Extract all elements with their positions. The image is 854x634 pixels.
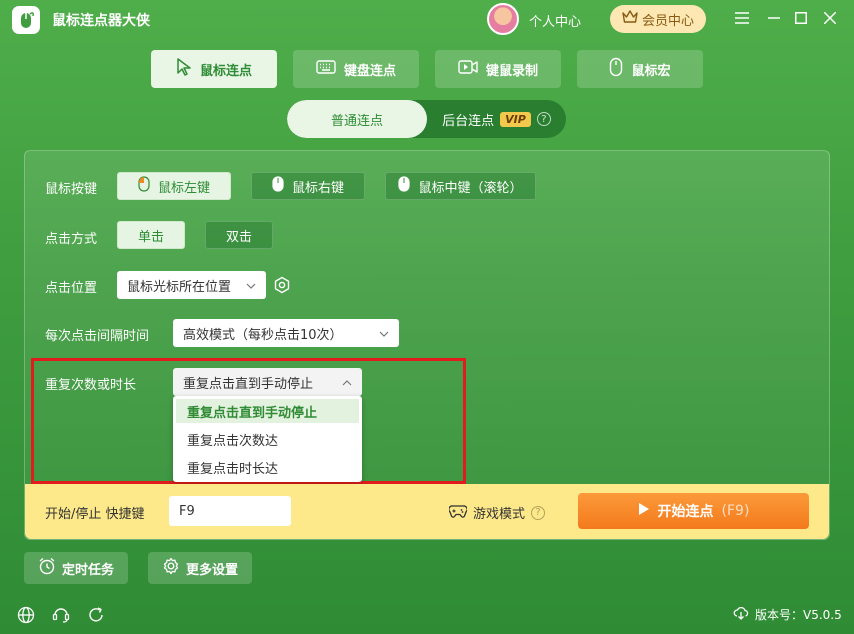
background-click-option[interactable]: 后台连点 VIP ?	[427, 100, 566, 138]
more-settings-label: 更多设置	[185, 562, 238, 578]
chevron-down-icon	[379, 327, 389, 340]
version-info[interactable]: 版本号：V5.0.5	[733, 606, 842, 623]
interval-label: 每次点击间隔时间	[45, 329, 150, 344]
hotkey-label: 开始/停止 快捷键	[45, 507, 145, 522]
hotkey-input[interactable]: F9	[169, 496, 291, 526]
start-button-label: 开始连点	[657, 504, 714, 520]
customer-service-icon[interactable]	[52, 606, 70, 624]
position-settings-icon[interactable]	[273, 276, 291, 294]
timer-task-label: 定时任务	[61, 562, 114, 578]
member-center-label: 会员中心	[641, 13, 694, 29]
right-button-label: 鼠标右键	[291, 180, 344, 196]
right-button-option[interactable]: 鼠标右键	[251, 172, 365, 200]
repeat-option-duration[interactable]: 重复点击时长达	[176, 455, 359, 479]
personal-center-link[interactable]: 个人中心	[529, 11, 581, 30]
video-record-icon	[458, 59, 478, 79]
crown-icon	[622, 10, 638, 28]
cursor-arrow-icon	[176, 58, 192, 80]
cloud-download-icon	[733, 606, 749, 623]
globe-icon[interactable]	[17, 606, 35, 624]
click-position-label: 点击位置	[45, 281, 98, 296]
maximize-icon[interactable]	[791, 8, 811, 28]
left-button-option[interactable]: 鼠标左键	[117, 172, 231, 200]
click-position-select[interactable]: 鼠标光标所在位置	[117, 271, 266, 299]
tab-mouse-macro-label: 鼠标宏	[631, 63, 671, 79]
repeat-option-count[interactable]: 重复点击次数达	[176, 427, 359, 451]
left-button-label: 鼠标左键	[157, 180, 210, 196]
tab-mouse-click[interactable]: 鼠标连点	[151, 50, 277, 88]
single-click-option[interactable]: 单击	[117, 221, 185, 249]
game-mode-toggle[interactable]: 游戏模式 ?	[448, 503, 546, 522]
minimize-icon[interactable]	[764, 8, 784, 28]
click-type-toggle: 普通连点 后台连点 VIP ?	[287, 100, 566, 138]
repeat-option-until-stop[interactable]: 重复点击直到手动停止	[176, 399, 359, 423]
tab-mouse-click-label: 鼠标连点	[199, 63, 252, 79]
background-click-label: 后台连点	[442, 113, 495, 129]
mouse-left-icon	[138, 176, 150, 196]
alarm-clock-icon	[38, 557, 56, 579]
mouse-right-icon	[272, 176, 284, 196]
version-label: 版本号：V5.0.5	[755, 608, 842, 622]
more-settings-button[interactable]: 更多设置	[148, 552, 252, 584]
timer-task-button[interactable]: 定时任务	[24, 552, 128, 584]
chevron-up-icon	[342, 376, 352, 389]
repeat-value: 重复点击直到手动停止	[183, 376, 314, 392]
tab-keyboard-click[interactable]: 键盘连点	[293, 50, 419, 88]
double-click-option[interactable]: 双击	[205, 221, 273, 249]
tab-keyboard-click-label: 键盘连点	[343, 63, 396, 79]
start-click-button[interactable]: 开始连点 (F9)	[578, 493, 809, 529]
menu-icon[interactable]	[732, 8, 752, 28]
help-icon[interactable]: ?	[531, 505, 546, 520]
middle-button-label: 鼠标中键（滚轮）	[418, 180, 523, 196]
vip-badge: VIP	[500, 111, 531, 127]
repeat-select[interactable]: 重复点击直到手动停止	[173, 368, 362, 396]
mouse-icon	[609, 57, 623, 81]
start-button-shortcut: (F9)	[721, 503, 750, 519]
member-center-button[interactable]: 会员中心	[610, 5, 706, 33]
mouse-button-label: 鼠标按键	[45, 182, 98, 197]
close-icon[interactable]	[820, 8, 840, 28]
play-icon	[638, 502, 650, 520]
tab-record[interactable]: 键鼠录制	[435, 50, 561, 88]
mouse-middle-icon	[398, 176, 411, 196]
click-mode-label: 点击方式	[45, 232, 98, 247]
app-title: 鼠标连点器大侠	[52, 13, 150, 29]
game-mode-label: 游戏模式	[473, 507, 526, 522]
gear-icon	[162, 557, 180, 579]
help-icon[interactable]: ?	[536, 112, 551, 126]
app-logo	[12, 6, 40, 34]
tab-record-label: 键鼠录制	[485, 63, 538, 79]
gamepad-icon	[448, 504, 468, 522]
normal-click-option[interactable]: 普通连点	[287, 100, 427, 138]
click-position-value: 鼠标光标所在位置	[127, 279, 232, 295]
keyboard-icon	[316, 60, 336, 78]
repeat-dropdown-menu: 重复点击直到手动停止 重复点击次数达 重复点击时长达	[173, 396, 362, 482]
repeat-label: 重复次数或时长	[45, 378, 137, 393]
middle-button-option[interactable]: 鼠标中键（滚轮）	[385, 172, 536, 200]
chevron-down-icon	[246, 279, 256, 292]
refresh-icon[interactable]	[87, 606, 105, 624]
interval-value: 高效模式（每秒点击10次）	[183, 327, 343, 343]
user-avatar[interactable]	[487, 3, 519, 35]
interval-select[interactable]: 高效模式（每秒点击10次）	[173, 319, 399, 347]
tab-mouse-macro[interactable]: 鼠标宏	[577, 50, 703, 88]
